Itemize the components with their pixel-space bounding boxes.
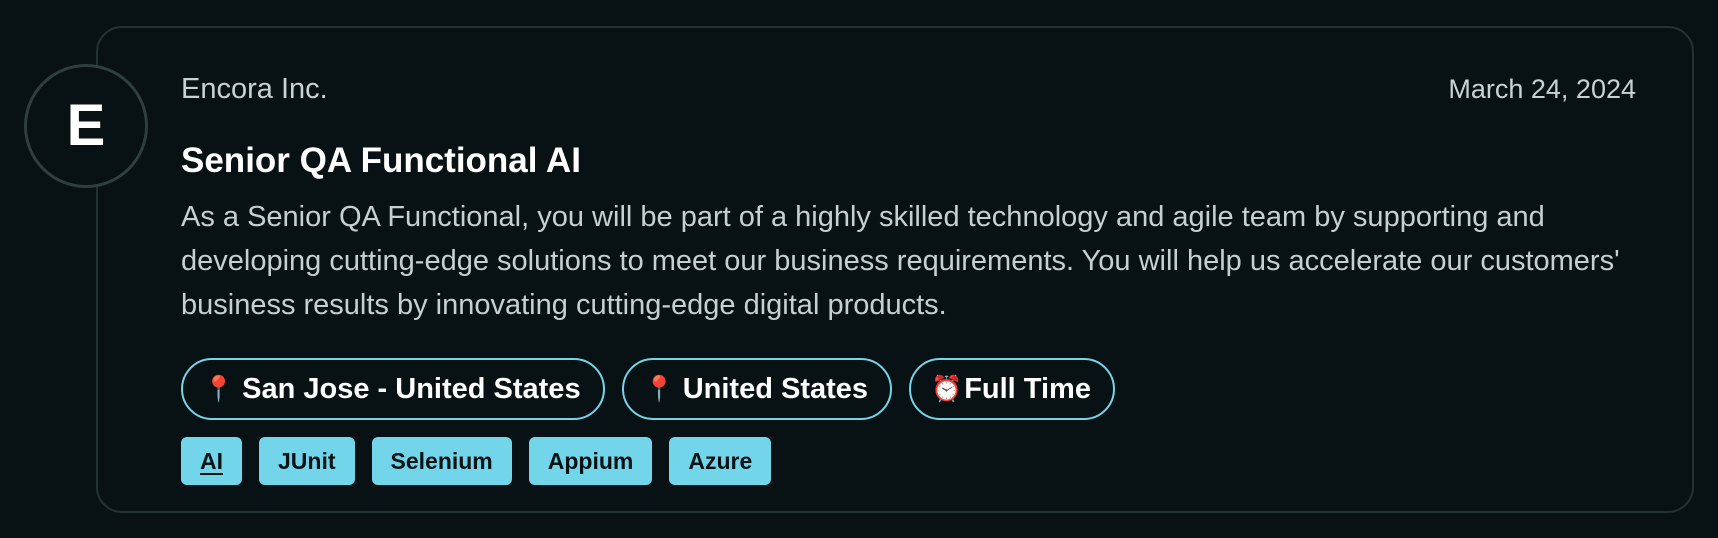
skill-tags: AI JUnit Selenium Appium Azure <box>181 437 772 485</box>
location-pill-united-states[interactable]: 📍 United States <box>621 358 893 420</box>
tag-ai[interactable]: AI <box>181 437 242 485</box>
pin-icon: 📍 <box>643 374 675 403</box>
tag-appium[interactable]: Appium <box>528 437 653 485</box>
tag-azure[interactable]: Azure <box>669 437 772 485</box>
job-meta-pills: 📍 San Jose - United States 📍 United Stat… <box>181 358 1115 420</box>
employment-type-label: Full Time <box>964 372 1091 405</box>
posted-date: March 24, 2024 <box>1448 74 1636 104</box>
tag-selenium[interactable]: Selenium <box>371 437 512 485</box>
job-title[interactable]: Senior QA Functional AI <box>181 140 581 182</box>
company-avatar: E <box>24 64 148 188</box>
location-label: San Jose - United States <box>242 372 581 405</box>
alarm-clock-icon: ⏰ <box>931 374 963 403</box>
employment-type-pill[interactable]: ⏰ Full Time <box>909 358 1115 420</box>
pin-icon: 📍 <box>203 374 235 403</box>
location-label: United States <box>682 372 869 405</box>
location-pill-san-jose[interactable]: 📍 San Jose - United States <box>181 358 605 420</box>
tag-junit[interactable]: JUnit <box>259 437 355 485</box>
company-initial: E <box>66 93 106 158</box>
company-name: Encora Inc. <box>181 73 328 105</box>
job-description: As a Senior QA Functional, you will be p… <box>181 201 1620 321</box>
